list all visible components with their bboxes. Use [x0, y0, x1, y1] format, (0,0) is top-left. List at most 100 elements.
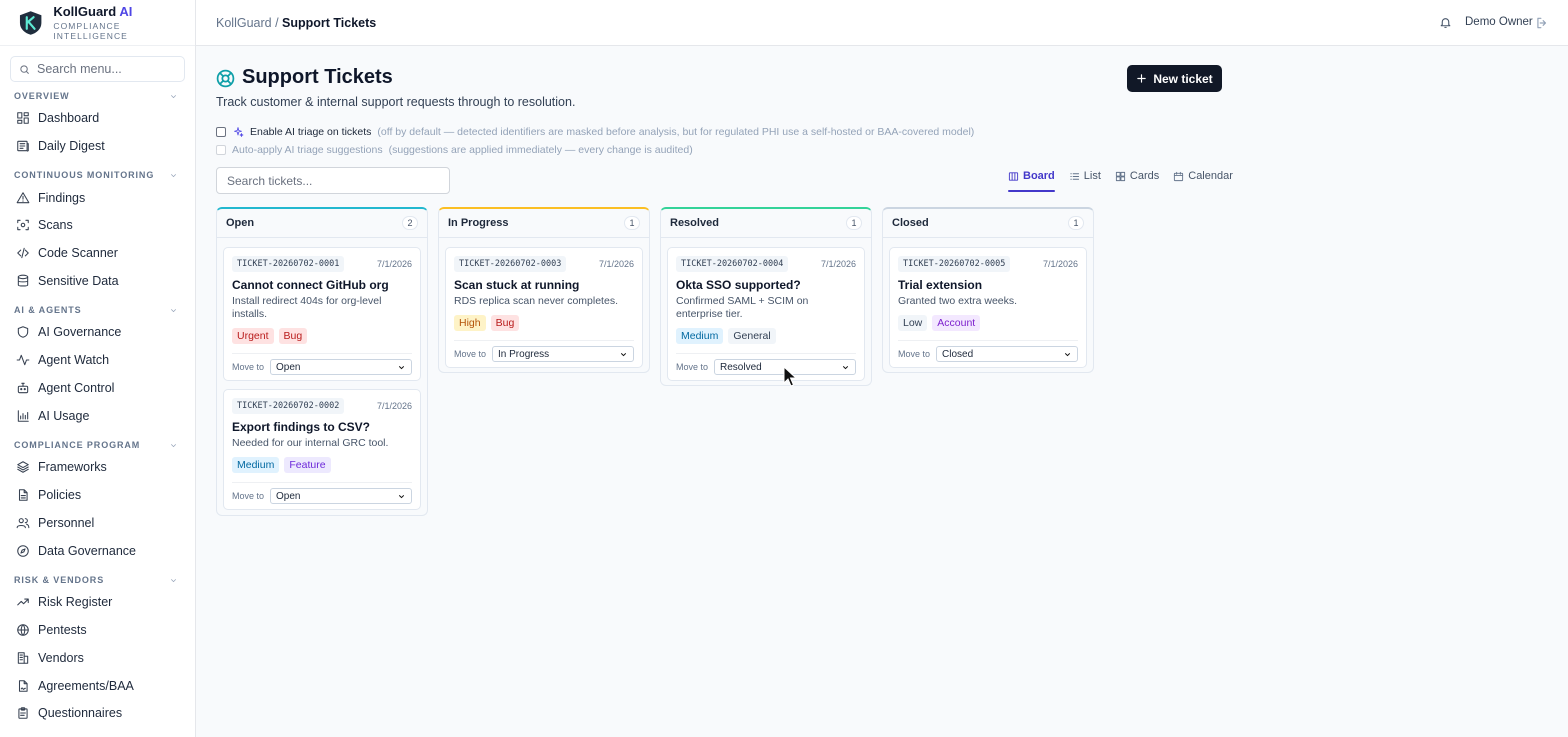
ticket-title: Scan stuck at running	[454, 278, 580, 292]
column-count-badge: 2	[402, 216, 418, 230]
ticket-title: Okta SSO supported?	[676, 278, 801, 292]
sidebar-item-label: Risk Register	[38, 595, 113, 609]
status-select[interactable]: Open	[270, 488, 412, 504]
sidebar-item-personnel[interactable]: Personnel	[16, 512, 186, 534]
sidebar-item-label: AI Governance	[38, 325, 122, 339]
auto-apply-checkbox[interactable]	[216, 145, 226, 155]
sidebar-item-label: Questionnaires	[38, 706, 123, 720]
user-name[interactable]: Demo Owner	[1465, 16, 1533, 28]
status-select[interactable]: Open	[270, 359, 412, 375]
sidebar-section-header[interactable]: OVERVIEW	[14, 89, 182, 103]
sidebar-item-ai-governance[interactable]: AI Governance	[16, 321, 186, 343]
brand-name: KollGuard	[53, 3, 117, 19]
sidebar-item-daily-digest[interactable]: Daily Digest	[16, 135, 186, 157]
sidebar-item-label: Findings	[38, 191, 86, 205]
sidebar-item-label: Frameworks	[38, 460, 107, 474]
sidebar-item-label: Dashboard	[38, 111, 100, 125]
sidebar-section-label: AI & AGENTS	[14, 305, 82, 315]
new-ticket-button[interactable]: New ticket	[1127, 65, 1222, 92]
mouse-cursor-icon	[783, 366, 797, 387]
sidebar-section-header[interactable]: RISK & VENDORS	[14, 573, 182, 587]
sidebar-item-label: Scans	[38, 218, 73, 232]
sidebar-item-label: Agreements/BAA	[38, 679, 134, 693]
column-in-progress: In Progress 1 TICKET-20260702-0003 7/1/2026…	[438, 207, 650, 373]
sidebar-item-frameworks[interactable]: Frameworks	[16, 456, 186, 478]
sidebar-item-label: Vendors	[38, 651, 84, 665]
ticket-tag: Medium	[676, 328, 724, 344]
building-icon	[17, 652, 29, 664]
ticket-tag: General	[728, 328, 776, 344]
status-select[interactable]: In Progress	[492, 346, 634, 362]
view-tab-list[interactable]: List	[1069, 168, 1101, 184]
ticket-card[interactable]: TICKET-20260702-0003 7/1/2026 Scan stuck a…	[445, 247, 643, 368]
ticket-id: TICKET-20260702-0005	[898, 256, 1011, 272]
sidebar-item-questionnaires[interactable]: Questionnaires	[16, 702, 186, 724]
ticket-title: Cannot connect GitHub org	[232, 278, 389, 292]
sidebar-item-data-governance[interactable]: Data Governance	[16, 540, 186, 562]
ai-triage-checkbox[interactable]	[216, 127, 226, 137]
sidebar-section-header[interactable]: CONTINUOUS MONITORING	[14, 168, 182, 182]
move-to-row: Move to Open	[232, 482, 412, 509]
sidebar-item-label: Agent Watch	[38, 353, 110, 367]
column-count-badge: 1	[1068, 216, 1084, 230]
sidebar-item-label: Personnel	[38, 516, 95, 530]
sidebar-search[interactable]	[10, 56, 185, 82]
status-select-value: Closed	[942, 348, 974, 360]
logout-icon[interactable]	[1535, 16, 1549, 30]
ticket-date: 7/1/2026	[376, 401, 412, 411]
ticket-tag: Feature	[284, 457, 331, 473]
sidebar-item-pentests[interactable]: Pentests	[16, 619, 186, 641]
sidebar-search-input[interactable]	[37, 62, 177, 76]
sidebar-item-label: Daily Digest	[38, 139, 105, 153]
breadcrumb-root[interactable]: KollGuard	[216, 16, 272, 30]
sidebar-item-findings[interactable]: Findings	[16, 187, 186, 209]
file-signature-icon	[18, 680, 28, 692]
chevron-down-icon	[620, 352, 627, 356]
ticket-card[interactable]: TICKET-20260702-0001 7/1/2026 Cannot conne…	[223, 247, 421, 381]
sidebar-item-agent-watch[interactable]: Agent Watch	[16, 349, 186, 371]
status-select[interactable]: Closed	[936, 346, 1078, 362]
sidebar-item-risk-register[interactable]: Risk Register	[16, 591, 186, 613]
sidebar-item-agreements-baa[interactable]: Agreements/BAA	[16, 675, 186, 697]
breadcrumb-current: Support Tickets	[282, 16, 377, 30]
view-tab-board[interactable]: Board	[1008, 168, 1055, 192]
ticket-card[interactable]: TICKET-20260702-0005 7/1/2026 Trial extens…	[889, 247, 1087, 368]
sidebar-item-dashboard[interactable]: Dashboard	[16, 107, 186, 129]
ai-triage-row: Enable AI triage on tickets (off by defa…	[216, 125, 974, 139]
move-to-row: Move to Closed	[898, 340, 1078, 367]
list-icon	[1070, 172, 1079, 180]
sidebar-item-policies[interactable]: Policies	[16, 484, 186, 506]
sidebar: KollGuard AI COMPLIANCE INTELLIGENCE OVE…	[0, 0, 196, 737]
sidebar-item-ai-usage[interactable]: AI Usage	[16, 405, 186, 427]
brand[interactable]: KollGuard AI COMPLIANCE INTELLIGENCE	[0, 0, 195, 46]
ticket-search-input[interactable]	[227, 173, 437, 188]
scan-icon	[17, 219, 29, 231]
chevron-down-icon	[398, 365, 405, 369]
chevron-down-icon	[398, 494, 405, 498]
sidebar-item-code-scanner[interactable]: Code Scanner	[16, 242, 186, 264]
ticket-tag: Bug	[278, 328, 308, 344]
ticket-card[interactable]: TICKET-20260702-0004 7/1/2026 Okta SSO sup…	[667, 247, 865, 381]
ai-triage-label[interactable]: Enable AI triage on tickets	[250, 126, 371, 138]
chevron-down-icon	[170, 578, 177, 582]
sidebar-item-scans[interactable]: Scans	[16, 214, 186, 236]
sidebar-item-agent-control[interactable]: Agent Control	[16, 377, 186, 399]
logo-icon	[19, 10, 42, 35]
view-tab-cards[interactable]: Cards	[1115, 168, 1159, 184]
sidebar-section-header[interactable]: AI & AGENTS	[14, 303, 182, 317]
ticket-search[interactable]	[216, 167, 450, 194]
new-ticket-label: New ticket	[1153, 71, 1213, 86]
lifebuoy-icon	[216, 69, 235, 88]
users-icon	[16, 518, 30, 529]
calendar-icon	[1174, 171, 1184, 181]
column-count-badge: 1	[846, 216, 862, 230]
bell-icon[interactable]	[1439, 16, 1452, 29]
move-to-label: Move to	[676, 362, 709, 372]
auto-apply-note: (suggestions are applied immediately — e…	[388, 144, 693, 156]
sidebar-section-header[interactable]: COMPLIANCE PROGRAM	[14, 438, 182, 452]
view-tab-calendar[interactable]: Calendar	[1173, 168, 1233, 184]
sidebar-item-sensitive-data[interactable]: Sensitive Data	[16, 270, 186, 292]
ticket-card[interactable]: TICKET-20260702-0002 7/1/2026 Export findi…	[223, 389, 421, 510]
sidebar-item-vendors[interactable]: Vendors	[16, 647, 186, 669]
sidebar-item-label: Data Governance	[38, 544, 136, 558]
